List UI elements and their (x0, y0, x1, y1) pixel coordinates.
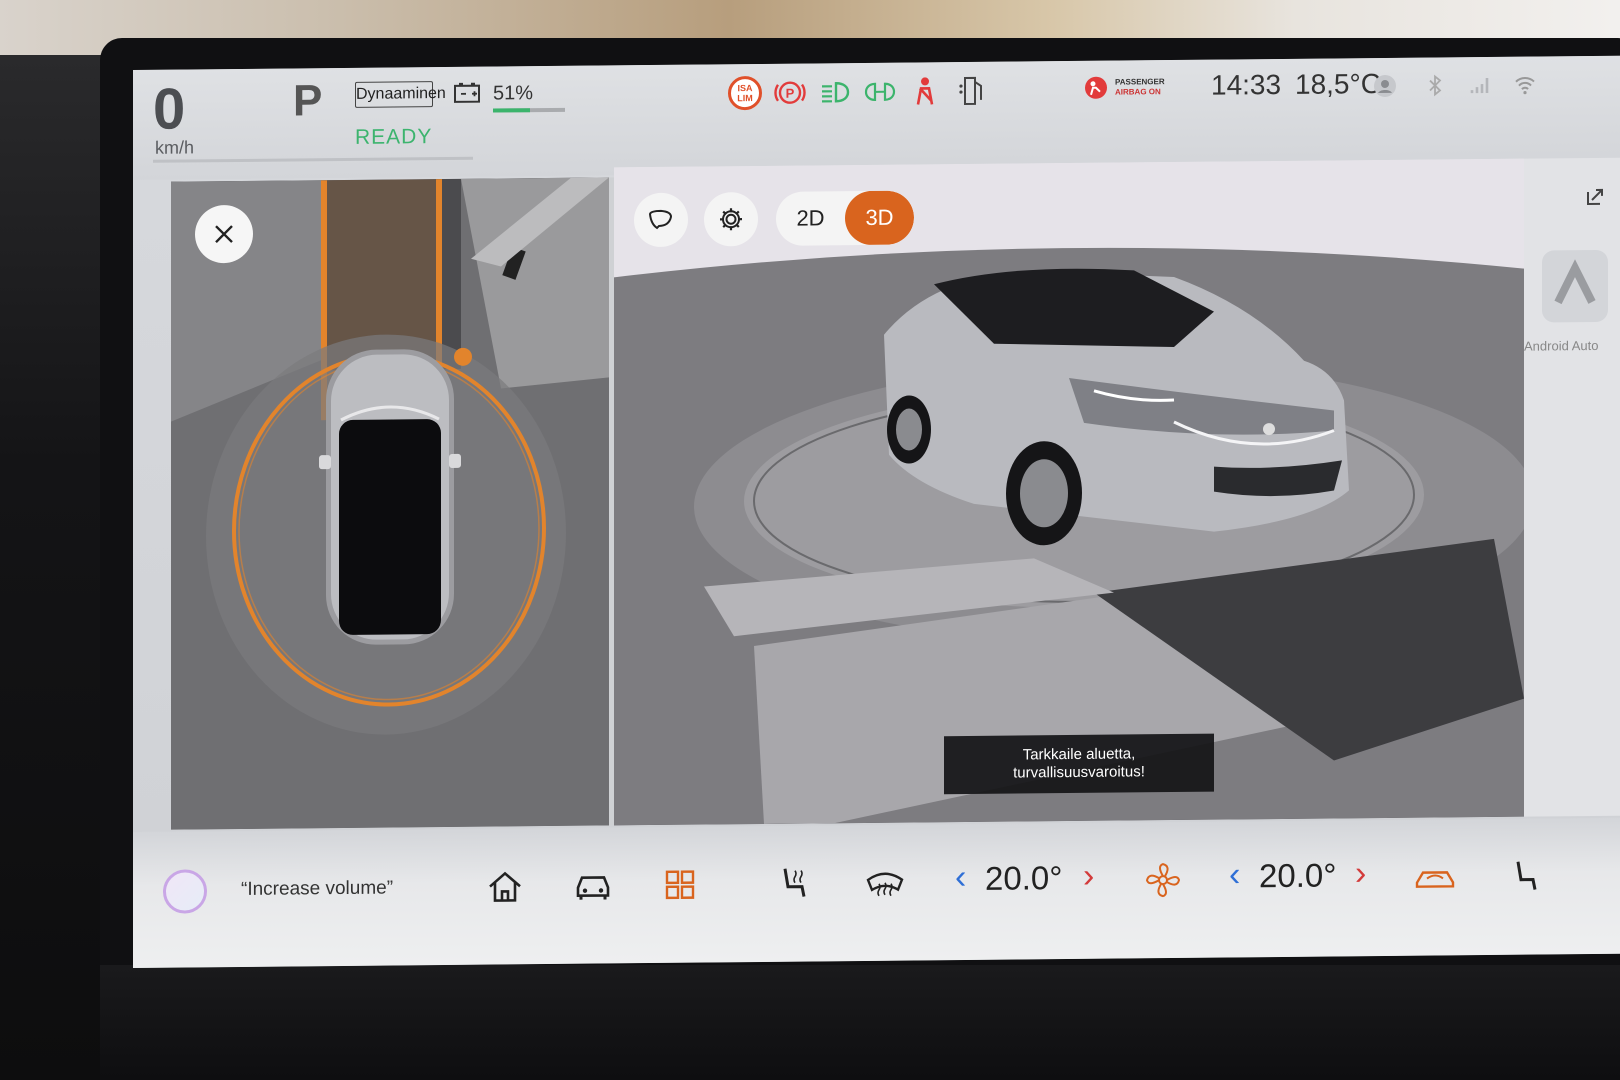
surround-view-top (171, 177, 609, 830)
close-icon (215, 225, 233, 244)
passenger-temp-down[interactable]: ‹ (1229, 855, 1240, 894)
driver-temp-up[interactable]: › (1083, 857, 1094, 896)
view-mode-toggle: 2D 3D (776, 190, 914, 246)
home-icon (489, 871, 521, 902)
mirror-view-button[interactable] (634, 192, 688, 248)
recirculation-car-icon (1415, 871, 1455, 888)
3d-camera-image (614, 158, 1524, 826)
camera-settings-button[interactable] (704, 192, 758, 247)
voice-assistant-button[interactable] (163, 869, 207, 914)
seat-heat-icon (783, 868, 806, 897)
windshield-defrost-button[interactable] (863, 861, 907, 905)
driver-temp-down[interactable]: ‹ (955, 858, 966, 897)
close-camera-button[interactable] (195, 204, 253, 264)
outside-temperature: 18,5°C (1295, 68, 1381, 100)
bottom-bar: “Increase volume” ‹ 20.0° › ‹ 20.0° › (133, 817, 1620, 968)
parking-brake-icon: P (774, 81, 806, 104)
passenger-temp-up[interactable]: › (1355, 854, 1366, 893)
defrost-icon (866, 872, 904, 897)
signal-icon (1470, 77, 1489, 94)
gear-icon (720, 208, 742, 231)
gear-indicator: P (293, 76, 323, 126)
drive-mode-badge[interactable]: Dynaaminen (355, 81, 446, 108)
home-button[interactable] (483, 864, 527, 908)
passenger-temperature: 20.0° (1259, 856, 1337, 895)
fan-icon (1145, 863, 1181, 898)
passenger-seat-button[interactable] (1503, 854, 1547, 898)
bluetooth-icon[interactable] (1423, 73, 1447, 97)
vehicle-button[interactable] (571, 863, 615, 907)
warning-line2: turvallisuusvaroitus! (1013, 763, 1145, 782)
low-beam-icon (822, 82, 850, 103)
passenger-airbag-indicator: PASSENGER AIRBAG ON (1083, 74, 1165, 101)
wifi-icon[interactable] (1513, 73, 1537, 97)
background-dashboard (0, 55, 110, 1080)
passenger-airbag-icon (1085, 76, 1107, 99)
fog-light-icon (864, 82, 896, 101)
speed-value: 0 (153, 76, 186, 142)
display-chin (100, 965, 1620, 1080)
battery-icon (454, 82, 480, 103)
profile-icon[interactable] (1373, 74, 1397, 98)
infotainment-screen: 0 km/h P Dynaaminen READY 51% ISA LIM P (133, 55, 1620, 968)
passenger-airbag-line2: AIRBAG ON (1115, 87, 1161, 97)
car-icon (576, 876, 610, 900)
isa-limit-icon: ISA LIM (728, 75, 762, 111)
safety-warning-banner: Tarkkaile aluetta, turvallisuusvaroitus! (944, 733, 1214, 795)
apps-button[interactable] (658, 863, 702, 907)
top-down-camera-image (171, 177, 609, 830)
voice-hint: “Increase volume” (241, 877, 394, 900)
fan-button[interactable] (1141, 858, 1185, 902)
seatbelt-warning-icon (916, 77, 934, 105)
svg-text:P: P (786, 86, 795, 101)
seat-heating-button[interactable] (773, 861, 817, 905)
side-panel: Android Auto (1524, 157, 1620, 817)
mode-2d-button[interactable]: 2D (776, 191, 845, 246)
android-auto-icon (1554, 259, 1596, 305)
ready-indicator: READY (355, 125, 433, 149)
driver-temperature: 20.0° (985, 859, 1063, 897)
android-auto-label: Android Auto (1524, 337, 1599, 354)
recirculation-button[interactable] (1413, 855, 1457, 899)
mode-3d-button[interactable]: 3D (845, 190, 914, 246)
seat-icon (1516, 861, 1537, 890)
door-open-icon (959, 76, 982, 106)
clock: 14:33 (1211, 68, 1282, 101)
surround-view-3d: 2D 3D Tarkkaile aluetta, turvallisuusvar… (614, 158, 1524, 826)
speed-divider (153, 156, 473, 163)
speed-unit: km/h (155, 137, 195, 158)
battery-level-fill (493, 108, 530, 113)
battery-percent: 51% (493, 82, 534, 105)
android-auto-tile[interactable] (1542, 249, 1608, 323)
apps-grid-icon (665, 870, 695, 900)
battery-level-bar (493, 107, 565, 113)
expand-icon[interactable] (1584, 186, 1606, 208)
passenger-airbag-line1: PASSENGER (1115, 77, 1165, 87)
side-mirror-icon (648, 209, 673, 230)
